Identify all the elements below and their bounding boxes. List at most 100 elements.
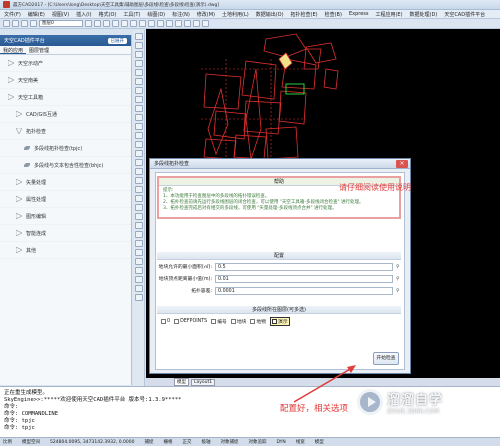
tree-item-vector[interactable]: 矢量处理 — [0, 174, 131, 191]
save-icon[interactable] — [21, 20, 28, 27]
scale-tool-icon[interactable] — [134, 231, 143, 238]
menu-insert[interactable]: 插入(I) — [76, 11, 91, 18]
menu-tools[interactable]: 工具(T) — [123, 11, 140, 18]
text-icon[interactable] — [148, 20, 155, 27]
copy-tool-icon[interactable] — [134, 177, 143, 184]
polyline-icon[interactable] — [121, 20, 128, 27]
circle-icon[interactable] — [130, 20, 137, 27]
tolerance-input[interactable]: 0.0001 — [215, 286, 393, 295]
status-model[interactable]: 模型 — [315, 439, 324, 445]
menu-engineering[interactable]: 工程应用(E) — [375, 11, 402, 18]
menu-check[interactable]: 检查(B) — [325, 11, 342, 18]
break-tool-icon[interactable] — [134, 267, 143, 274]
status-ortho[interactable]: 正交 — [182, 439, 191, 445]
construction-line-icon[interactable] — [134, 42, 143, 49]
tree-item-smart[interactable]: 智能连成 — [0, 225, 131, 242]
rectangle-icon[interactable] — [139, 20, 146, 27]
arc-tool-icon[interactable] — [134, 78, 143, 85]
close-icon[interactable]: × — [396, 160, 408, 168]
erase-tool-icon[interactable] — [134, 168, 143, 175]
status-snap[interactable]: 捕捉 — [144, 439, 153, 445]
pan-icon[interactable] — [94, 20, 101, 27]
tab-layout1[interactable]: Layout1 — [191, 378, 216, 386]
layer-select[interactable]: 图层0 — [39, 20, 83, 27]
spline-tool-icon[interactable] — [134, 96, 143, 103]
menu-format[interactable]: 格式(O) — [99, 11, 117, 18]
layer-checkbox-feature[interactable]: 地物 — [250, 318, 266, 325]
menu-modify[interactable]: 修改(M) — [197, 11, 215, 18]
hatch-icon[interactable] — [202, 20, 209, 27]
hatch-tool-icon[interactable] — [134, 132, 143, 139]
open-file-icon[interactable] — [12, 20, 19, 27]
expand-button[interactable]: 已展开 — [107, 37, 127, 44]
menu-draw[interactable]: 绘图(D) — [147, 11, 165, 18]
fillet-tool-icon[interactable] — [134, 285, 143, 292]
tree-item-other[interactable]: 其他 — [0, 242, 131, 259]
menu-view[interactable]: 视图(V) — [52, 11, 69, 18]
circle-tool-icon[interactable] — [134, 87, 143, 94]
layer-checkbox-demo[interactable]: 演示 — [270, 317, 290, 326]
status-osnap[interactable]: 对象捕捉 — [220, 439, 238, 445]
tree-item-toolbox[interactable]: 天空工具箱 — [0, 89, 131, 106]
status-polar[interactable]: 极轴 — [201, 439, 210, 445]
tree-item-topology[interactable]: 拓扑检查 — [0, 123, 131, 140]
zoom-icon[interactable] — [103, 20, 110, 27]
layer-checkbox-defpoints[interactable]: DEFPOINTS — [174, 319, 207, 324]
region-tool-icon[interactable] — [134, 141, 143, 148]
move-icon[interactable] — [157, 20, 164, 27]
pin-icon[interactable]: ⚲ — [396, 276, 400, 282]
status-dyn[interactable]: DYN — [276, 440, 285, 445]
extend-icon[interactable] — [193, 20, 200, 27]
polyline-tool-icon[interactable] — [134, 51, 143, 58]
layer-checkbox-0[interactable]: 0 — [161, 319, 170, 324]
layer-properties-icon[interactable] — [85, 20, 92, 27]
menu-data-processing[interactable]: 数据处理(D) — [410, 11, 438, 18]
layer-checkbox-parcel[interactable]: 地块 — [230, 318, 246, 325]
offset-tool-icon[interactable] — [134, 195, 143, 202]
menu-topology-check[interactable]: 拓扑检查(E) — [291, 11, 318, 18]
status-grid[interactable]: 栅格 — [163, 439, 172, 445]
rotate-tool-icon[interactable] — [134, 222, 143, 229]
min-area-input[interactable]: 0.5 — [215, 262, 393, 271]
tree-item-realestate[interactable]: 天空示动产 — [0, 55, 131, 72]
trim-tool-icon[interactable] — [134, 249, 143, 256]
line-tool-icon[interactable] — [134, 33, 143, 40]
menu-dimension[interactable]: 标注(N) — [172, 11, 190, 18]
table-tool-icon[interactable] — [134, 150, 143, 157]
mirror-tool-icon[interactable] — [134, 186, 143, 193]
tree-item-tpjc[interactable]: 多段线拓扑检查(tpjc) — [0, 140, 131, 157]
tree-item-attribute[interactable]: 属性处理 — [0, 191, 131, 208]
menu-land-use[interactable]: 土地利用(L) — [222, 11, 249, 18]
pin-icon[interactable]: ⚲ — [396, 288, 400, 294]
pin-icon[interactable]: ⚲ — [396, 264, 400, 270]
line-icon[interactable] — [112, 20, 119, 27]
trim-icon[interactable] — [184, 20, 191, 27]
tab-layer-manager[interactable]: 图层管理 — [26, 46, 52, 54]
extend-tool-icon[interactable] — [134, 258, 143, 265]
min-vertex-distance-input[interactable]: 0.01 — [215, 274, 393, 283]
layer-checkbox-number[interactable]: 编号 — [211, 318, 227, 325]
tree-item-south[interactable]: 天空南美 — [0, 72, 131, 89]
point-tool-icon[interactable] — [134, 123, 143, 130]
ellipse-tool-icon[interactable] — [134, 105, 143, 112]
tree-item-graphic-edit[interactable]: 图形编辑 — [0, 208, 131, 225]
tab-model[interactable]: 模型 — [174, 378, 189, 386]
menu-express[interactable]: Express — [349, 11, 369, 17]
new-file-icon[interactable] — [3, 20, 10, 27]
tab-my-apps[interactable]: 我的应用 — [0, 46, 27, 54]
rotate-icon[interactable] — [175, 20, 182, 27]
explode-tool-icon[interactable] — [134, 294, 143, 301]
start-check-button[interactable]: 开始检查 — [373, 352, 399, 365]
menu-file[interactable]: 文件(F) — [4, 11, 21, 18]
tree-item-cad-gis[interactable]: CAD/GIS互通 — [0, 106, 131, 123]
move-tool-icon[interactable] — [134, 213, 143, 220]
tree-item-bhjc[interactable]: 多段线与文本包含性检查(bhjc) — [0, 157, 131, 174]
menu-sky-plugin[interactable]: 天空CAD插件平台 — [444, 11, 485, 18]
polygon-tool-icon[interactable] — [134, 60, 143, 67]
menu-data-output[interactable]: 数据输出(O) — [256, 11, 284, 18]
array-tool-icon[interactable] — [134, 204, 143, 211]
status-otrack[interactable]: 对象追踪 — [248, 439, 266, 445]
stretch-tool-icon[interactable] — [134, 240, 143, 247]
undo-icon[interactable] — [30, 20, 37, 27]
status-lineweight[interactable]: 线宽 — [296, 439, 305, 445]
